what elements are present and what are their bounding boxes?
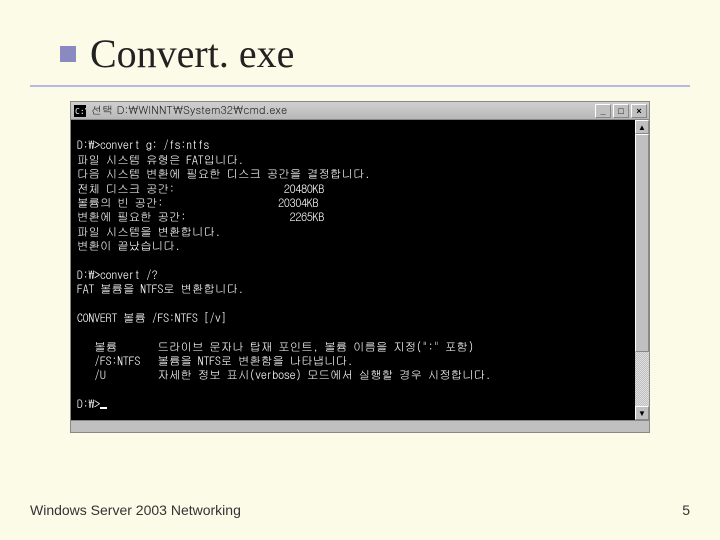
maximize-button[interactable]: □: [613, 104, 629, 118]
window-statusbar: [71, 420, 649, 432]
close-button[interactable]: ×: [631, 104, 647, 118]
footer-text: Windows Server 2003 Networking: [30, 502, 241, 518]
cmd-window: C:\ 선택 D:\WINNT\System32\cmd.exe _ □ × D…: [70, 101, 650, 433]
scroll-track[interactable]: [635, 134, 649, 406]
title-bullet: [60, 46, 76, 62]
page-number: 5: [682, 502, 690, 518]
slide-title: Convert. exe: [90, 30, 294, 77]
console-area: D:\>convert g: /fs:ntfs 파일 시스템 유형은 FAT입니…: [71, 120, 649, 420]
title-underline: [30, 85, 690, 87]
scroll-up-button[interactable]: ▲: [635, 120, 649, 134]
presentation-slide: Convert. exe C:\ 선택 D:\WINNT\System32\cm…: [0, 0, 720, 540]
minimize-button[interactable]: _: [595, 104, 611, 118]
scroll-thumb[interactable]: [635, 134, 649, 352]
window-titlebar[interactable]: C:\ 선택 D:\WINNT\System32\cmd.exe _ □ ×: [71, 102, 649, 120]
vertical-scrollbar[interactable]: ▲ ▼: [635, 120, 649, 420]
svg-text:C:\: C:\: [75, 107, 86, 116]
window-title: 선택 D:\WINNT\System32\cmd.exe: [91, 103, 593, 118]
slide-footer: Windows Server 2003 Networking 5: [30, 502, 690, 518]
cursor-indicator: [100, 407, 107, 409]
console-output[interactable]: D:\>convert g: /fs:ntfs 파일 시스템 유형은 FAT입니…: [71, 120, 635, 420]
scroll-down-button[interactable]: ▼: [635, 406, 649, 420]
cmd-icon: C:\: [73, 104, 87, 118]
slide-title-row: Convert. exe: [60, 30, 690, 77]
